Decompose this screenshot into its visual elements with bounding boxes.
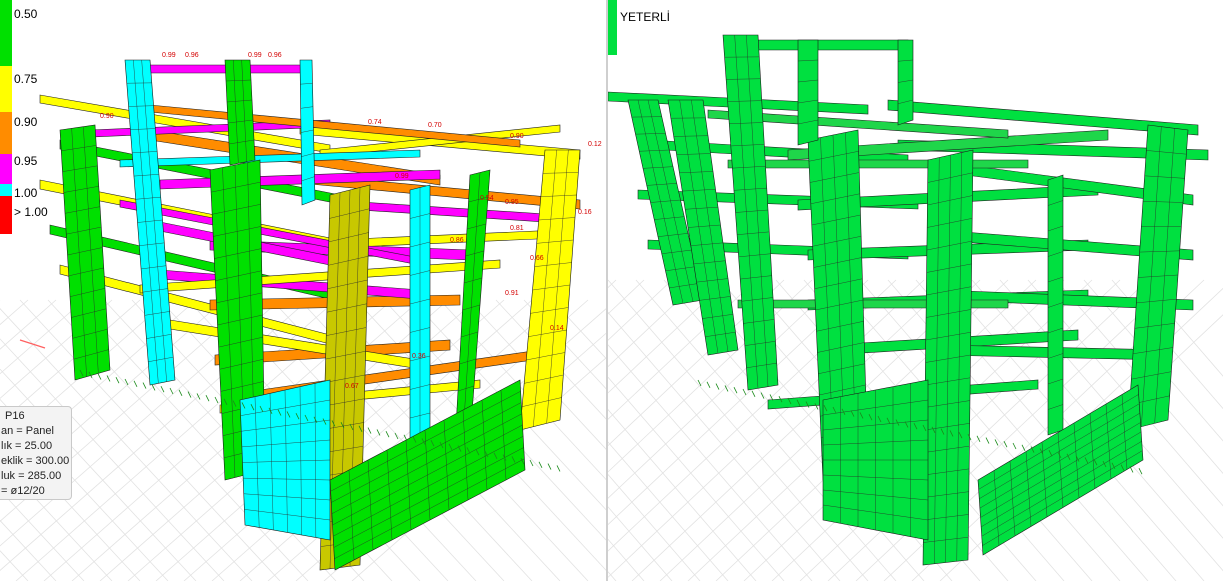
ratio-value-label: 0.70 (428, 122, 442, 129)
ratio-value-label: 0.66 (530, 255, 544, 262)
right-structure-model[interactable] (608, 0, 1223, 581)
legend-swatch-yellow (0, 66, 12, 112)
shear-wall (1127, 124, 1189, 431)
legend-swatch-red (0, 196, 12, 234)
legend-label: 0.75 (14, 72, 38, 86)
ratio-value-label: 0.74 (368, 119, 382, 126)
shear-wall (224, 59, 256, 166)
info-line: lık = 25.00 (1, 440, 53, 452)
ratio-value-label: 0.96 (268, 52, 282, 59)
ratio-value-label: 0.67 (345, 383, 359, 390)
ratio-value-label: 0.99 (395, 173, 409, 180)
ratio-value-label: 0.86 (450, 237, 464, 244)
ratio-value-label: 0.90 (100, 113, 114, 120)
legend-label: 1.00 (14, 186, 38, 200)
ratio-value-label: 0.99 (248, 52, 262, 59)
info-line: luk = 285.00 (1, 470, 62, 482)
legend-swatch-green (0, 0, 12, 66)
legend-label: 0.95 (14, 154, 38, 168)
legend-swatch-magenta (0, 154, 12, 184)
column (797, 39, 819, 146)
shear-wall (59, 124, 111, 381)
legend-label: 0.90 (14, 115, 38, 129)
legend-swatch-cyan (0, 184, 12, 196)
ratio-value-label: 0.91 (505, 290, 519, 297)
info-line: an = Panel (1, 425, 54, 437)
shear-wall (519, 149, 581, 431)
info-line: = ø12/20 (1, 485, 45, 497)
basement-wall (239, 379, 331, 541)
ratio-value-label: 0.36 (412, 353, 426, 360)
axis-marker (19, 339, 46, 349)
right-viewport[interactable]: YETERLİ (608, 0, 1223, 581)
ratio-value-label: 0.12 (588, 141, 602, 148)
beam (727, 159, 1029, 169)
ratio-value-label: 0.95 (505, 199, 519, 206)
info-line: P16 (5, 410, 25, 422)
column (897, 39, 914, 126)
info-line: eklik = 300.00 (1, 455, 70, 467)
ratio-value-label: 0.14 (550, 325, 564, 332)
legend-swatch-orange (0, 112, 12, 154)
verdict-label: YETERLİ (620, 10, 671, 24)
legend-label: 0.50 (14, 7, 38, 21)
ratio-value-label: 0.99 (162, 52, 176, 59)
ratio-value-label: 0.16 (578, 209, 592, 216)
ratio-value-label: 0.96 (185, 52, 199, 59)
ratio-legend (0, 0, 12, 234)
ratio-value-label: 0.54 (480, 195, 494, 202)
column (299, 59, 316, 206)
verdict-swatch (608, 0, 617, 55)
ratio-value-label: 0.81 (510, 225, 524, 232)
legend-label: > 1.00 (14, 205, 48, 219)
element-info-tooltip: P16 an = Panel lık = 25.00 eklik = 300.0… (0, 406, 72, 500)
left-structure-model[interactable]: 0.99 0.96 0.99 0.96 0.90 0.74 0.70 0.90 0.12 0.99… (0, 0, 606, 581)
ratio-value-label: 0.90 (510, 133, 524, 140)
left-viewport[interactable]: 0.99 0.96 0.99 0.96 0.90 0.74 0.70 0.90 0.12 0.99… (0, 0, 606, 581)
